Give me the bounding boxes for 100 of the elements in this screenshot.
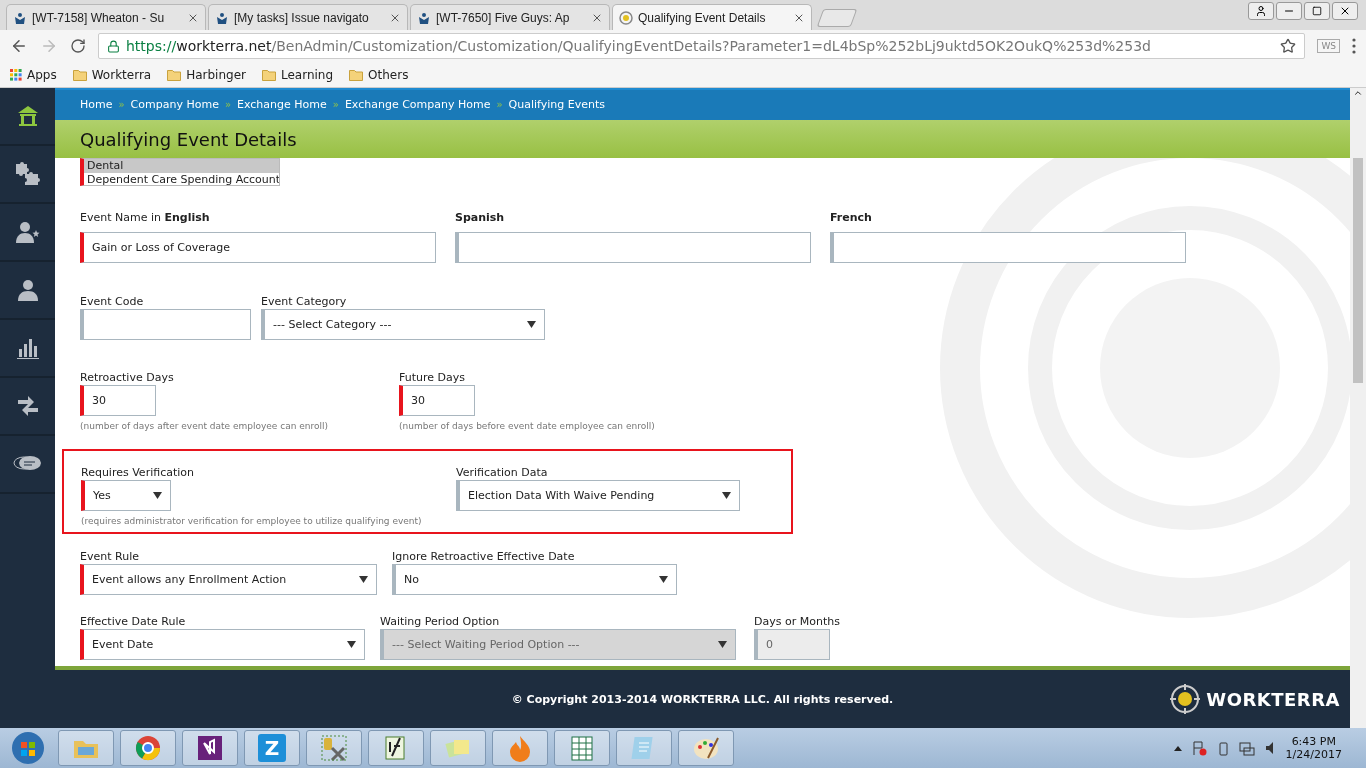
benefit-list-box[interactable]: Dental Dependent Care Spending Account: [80, 158, 280, 186]
browser-tab[interactable]: [WT-7158] Wheaton - Su: [6, 4, 206, 30]
field-hint: (number of days after event date employee can enroll): [80, 421, 329, 431]
taskbar-button[interactable]: Z: [244, 730, 300, 766]
reload-icon[interactable]: [70, 38, 86, 54]
field-label: Spanish: [455, 211, 506, 225]
input-field[interactable]: Gain or Loss of Coverage: [80, 232, 436, 263]
close-icon: [1339, 5, 1351, 17]
scrollbar-thumb[interactable]: [1353, 158, 1363, 383]
bookmark-star-icon[interactable]: [1280, 38, 1297, 54]
folder-icon: [167, 68, 182, 81]
field-hint: (requires administrator verification for employee to utilize qualifying event): [81, 516, 423, 526]
dropdown-caret-icon: [347, 641, 356, 648]
target-icon: [619, 10, 633, 25]
copyright-text: © Copyright 2013-2014 WORKTERRA LLC. All rights reserved.: [511, 692, 894, 706]
bar-chart-icon: [16, 337, 39, 359]
breadcrumb-separator: »: [118, 98, 125, 110]
swap-arrows-icon: [15, 396, 40, 416]
breadcrumb-link[interactable]: Exchange Company Home: [344, 97, 491, 111]
back-icon[interactable]: [10, 37, 28, 55]
field-label: Future Days: [399, 371, 466, 385]
minimize-button[interactable]: [1276, 2, 1302, 20]
breadcrumb-link[interactable]: Exchange Home: [237, 97, 327, 111]
dropdown-caret-icon: [359, 576, 368, 583]
input-field[interactable]: 30: [399, 385, 475, 416]
field-label: Ignore Retroactive Effective Date: [392, 550, 576, 564]
bookmark-link[interactable]: Harbinger: [167, 67, 246, 82]
address-field[interactable]: https://workterra.net/BenAdmin/Customization/Customization/QualifyingEventDetails?Parameter1=dL4bSp%252bLj9uktd5OK2OukQ%253d%253d: [98, 33, 1306, 59]
studio-icon: [196, 734, 224, 762]
dropdown-caret-icon: [659, 576, 668, 583]
browser-tab[interactable]: [WT-7650] Five Guys: Ap: [410, 4, 610, 30]
field-label: Effective Date Rule: [80, 615, 187, 629]
bookmark-link[interactable]: Apps: [10, 67, 57, 82]
bug-icon: [215, 10, 229, 25]
breadcrumb-link[interactable]: Qualifying Events: [508, 97, 605, 111]
puzzle-icon: [14, 162, 41, 186]
input-field[interactable]: [80, 309, 251, 340]
browser-tab[interactable]: Qualifying Event Details: [612, 4, 812, 30]
scroll-up-icon[interactable]: [1353, 88, 1363, 98]
restore-button[interactable]: [1304, 2, 1330, 20]
taskbar-button[interactable]: [182, 730, 238, 766]
browser-tab[interactable]: [My tasks] Issue navigato: [208, 4, 408, 30]
restore-icon: [1312, 6, 1322, 16]
input-field[interactable]: [455, 232, 811, 263]
lock-icon: [107, 39, 120, 53]
dropdown-caret-icon: [153, 492, 162, 499]
field-label: French: [830, 211, 873, 225]
field-label: Verification Data: [456, 466, 549, 480]
close-button[interactable]: [1332, 2, 1358, 20]
field-label: Days or Months: [754, 615, 841, 629]
home-icon: [16, 105, 39, 127]
bug-icon: [13, 10, 27, 25]
tools-icon: [320, 734, 348, 762]
bookmark-link[interactable]: Workterra: [72, 67, 152, 82]
app-icon: Z: [258, 734, 286, 762]
bookmark-link[interactable]: Others: [349, 67, 409, 82]
select-field[interactable]: No: [392, 564, 677, 595]
select-field[interactable]: Event Date: [80, 629, 365, 660]
breadcrumb-link[interactable]: Home: [80, 97, 113, 111]
crosshair-logo-icon: [1170, 684, 1201, 714]
page-title: Qualifying Event Details: [80, 128, 297, 150]
person-icon: [16, 278, 39, 302]
field-label: Waiting Period Option: [380, 615, 501, 629]
spreadsheet-icon: [568, 734, 596, 762]
breadcrumb-separator: »: [332, 98, 339, 110]
start-orb-icon: [11, 731, 45, 765]
select-field[interactable]: Election Data With Waive Pending: [456, 480, 740, 511]
taskbar-button[interactable]: [368, 730, 424, 766]
input-field[interactable]: [830, 232, 1186, 263]
browser-icon: [134, 734, 162, 762]
field-hint: (number of days before event date employee can enroll): [399, 421, 656, 431]
folder-icon: [349, 68, 364, 81]
dropdown-caret-icon: [527, 321, 536, 328]
field-label: Requires Verification: [81, 466, 195, 480]
breadcrumb-separator: »: [496, 98, 503, 110]
dropdown-caret-icon: [718, 641, 727, 648]
bookmark-link[interactable]: Learning: [262, 67, 334, 82]
list-option[interactable]: Dental: [84, 159, 279, 173]
field-label: Event Category: [261, 295, 348, 309]
logo-text: WORKTERRA: [1206, 688, 1340, 710]
field-label: Event Rule: [80, 550, 140, 564]
field-label: Event Code: [80, 295, 145, 309]
apps-grid-icon: [10, 68, 22, 81]
field-label: Retroactive Days: [80, 371, 175, 385]
select-field[interactable]: --- Select Category ---: [261, 309, 545, 340]
menu-icon[interactable]: [1352, 38, 1356, 54]
profile-button[interactable]: [1248, 2, 1274, 20]
breadcrumb-link[interactable]: Company Home: [130, 97, 219, 111]
breadcrumb-separator: »: [224, 98, 232, 110]
clock[interactable]: 6:43 PM 1/24/2017: [1285, 735, 1342, 761]
person-star-icon: [14, 220, 41, 244]
select-field[interactable]: Yes: [81, 480, 171, 511]
tray-icons-drawing[interactable]: [1171, 740, 1276, 756]
bug-icon: [417, 10, 431, 25]
folder-icon: [72, 68, 87, 81]
field-label: Event Name in English: [80, 211, 211, 225]
input-field[interactable]: 30: [80, 385, 156, 416]
person-icon: [1255, 5, 1267, 17]
dropdown-caret-icon: [722, 492, 731, 499]
select-field[interactable]: Event allows any Enrollment Action: [80, 564, 377, 595]
